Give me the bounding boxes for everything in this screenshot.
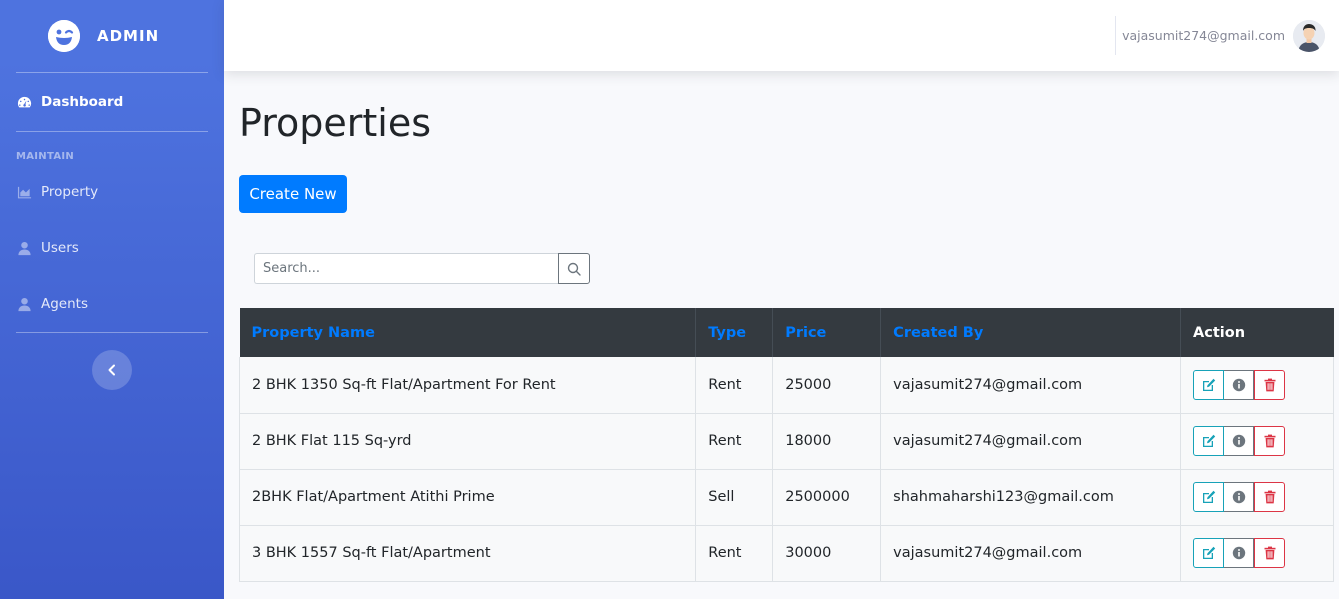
sidebar-toggle-button[interactable] — [92, 350, 132, 390]
create-new-button[interactable]: Create New — [239, 175, 347, 213]
edit-icon — [1202, 378, 1215, 391]
cell-price: 2500000 — [772, 469, 882, 526]
laugh-wink-icon — [48, 20, 80, 52]
edit-icon — [1202, 490, 1215, 503]
edit-button[interactable] — [1193, 482, 1225, 512]
sidebar-item-dashboard[interactable]: Dashboard — [0, 73, 224, 131]
column-header-price[interactable]: Price — [772, 308, 882, 357]
brand[interactable]: ADMIN — [0, 0, 224, 72]
cell-actions — [1180, 357, 1334, 414]
column-header-type[interactable]: Type — [695, 308, 774, 357]
cell-property-name: 2BHK Flat/Apartment Atithi Prime — [238, 469, 697, 526]
avatar[interactable] — [1293, 20, 1325, 52]
trash-icon — [1264, 378, 1276, 392]
cell-actions — [1180, 469, 1334, 526]
cell-type: Rent — [695, 413, 774, 470]
info-icon — [1232, 546, 1245, 560]
trash-icon — [1264, 434, 1276, 448]
sidebar-item-agents[interactable]: Agents — [0, 276, 224, 332]
delete-button[interactable] — [1254, 538, 1286, 568]
cell-created-by: vajasumit274@gmail.com — [880, 357, 1182, 414]
column-header-property-name[interactable]: Property Name — [239, 308, 697, 357]
edit-button[interactable] — [1193, 538, 1225, 568]
cell-price: 25000 — [772, 357, 882, 414]
table-row: 2 BHK Flat 115 Sq-yrd Rent 18000 vajasum… — [238, 413, 1334, 470]
table-row: 2BHK Flat/Apartment Atithi Prime Sell 25… — [238, 469, 1334, 526]
cell-price: 18000 — [772, 413, 882, 470]
cell-created-by: vajasumit274@gmail.com — [880, 413, 1182, 470]
sidebar-item-property[interactable]: Property — [0, 164, 224, 220]
user-icon — [16, 240, 32, 256]
cell-property-name: 2 BHK 1350 Sq-ft Flat/Apartment For Rent — [238, 357, 697, 414]
trash-icon — [1264, 546, 1276, 560]
search-icon — [567, 262, 581, 276]
cell-actions — [1180, 525, 1334, 582]
page-title: Properties — [239, 101, 432, 145]
delete-button[interactable] — [1254, 426, 1286, 456]
cell-property-name: 3 BHK 1557 Sq-ft Flat/Apartment — [238, 525, 697, 582]
cell-price: 30000 — [772, 525, 882, 582]
delete-button[interactable] — [1254, 482, 1286, 512]
trash-icon — [1264, 490, 1276, 504]
brand-name: ADMIN — [97, 27, 160, 45]
info-icon — [1232, 378, 1245, 391]
info-button[interactable] — [1224, 426, 1255, 456]
topbar: vajasumit274@gmail.com — [224, 0, 1339, 71]
properties-table: Property Name Type Price Created By Acti… — [238, 308, 1334, 582]
chevron-left-icon — [108, 364, 115, 376]
info-icon — [1232, 434, 1245, 448]
cell-property-name: 2 BHK Flat 115 Sq-yrd — [238, 413, 697, 470]
info-button[interactable] — [1224, 369, 1255, 400]
info-icon — [1232, 490, 1245, 504]
cell-created-by: shahmaharshi123@gmail.com — [880, 469, 1182, 526]
search-button[interactable] — [558, 253, 590, 284]
sidebar-item-label: Agents — [41, 296, 88, 312]
sidebar-item-users[interactable]: Users — [0, 220, 224, 276]
sidebar: ADMIN Dashboard MAINTAIN Property Users … — [0, 0, 224, 599]
table-header-row: Property Name Type Price Created By Acti… — [239, 308, 1334, 357]
tachometer-icon — [16, 94, 32, 110]
edit-button[interactable] — [1193, 426, 1225, 456]
search-bar: Search... — [254, 253, 590, 284]
edit-button[interactable] — [1193, 369, 1225, 400]
sidebar-item-label: Dashboard — [41, 94, 124, 110]
sidebar-divider — [16, 332, 208, 333]
edit-icon — [1202, 434, 1215, 447]
chart-area-icon — [16, 184, 32, 200]
column-header-action: Action — [1180, 308, 1334, 357]
column-header-created-by[interactable]: Created By — [880, 308, 1182, 357]
cell-type: Rent — [695, 357, 774, 414]
info-button[interactable] — [1224, 482, 1255, 512]
table-row: 2 BHK 1350 Sq-ft Flat/Apartment For Rent… — [238, 357, 1334, 414]
user-email[interactable]: vajasumit274@gmail.com — [1122, 28, 1285, 43]
sidebar-item-label: Property — [41, 184, 99, 200]
search-input[interactable]: Search... — [254, 253, 558, 284]
user-icon — [16, 296, 32, 312]
delete-button[interactable] — [1254, 369, 1286, 400]
sidebar-heading: MAINTAIN — [16, 151, 75, 162]
info-button[interactable] — [1224, 538, 1255, 568]
cell-created-by: vajasumit274@gmail.com — [880, 525, 1182, 582]
topbar-divider — [1115, 16, 1116, 55]
sidebar-item-label: Users — [41, 240, 79, 256]
cell-actions — [1180, 413, 1334, 470]
table-row: 3 BHK 1557 Sq-ft Flat/Apartment Rent 300… — [238, 525, 1334, 582]
cell-type: Sell — [695, 469, 774, 526]
main-content: Properties Create New Search... Property… — [238, 71, 1334, 582]
edit-icon — [1202, 546, 1215, 559]
cell-type: Rent — [695, 525, 774, 582]
